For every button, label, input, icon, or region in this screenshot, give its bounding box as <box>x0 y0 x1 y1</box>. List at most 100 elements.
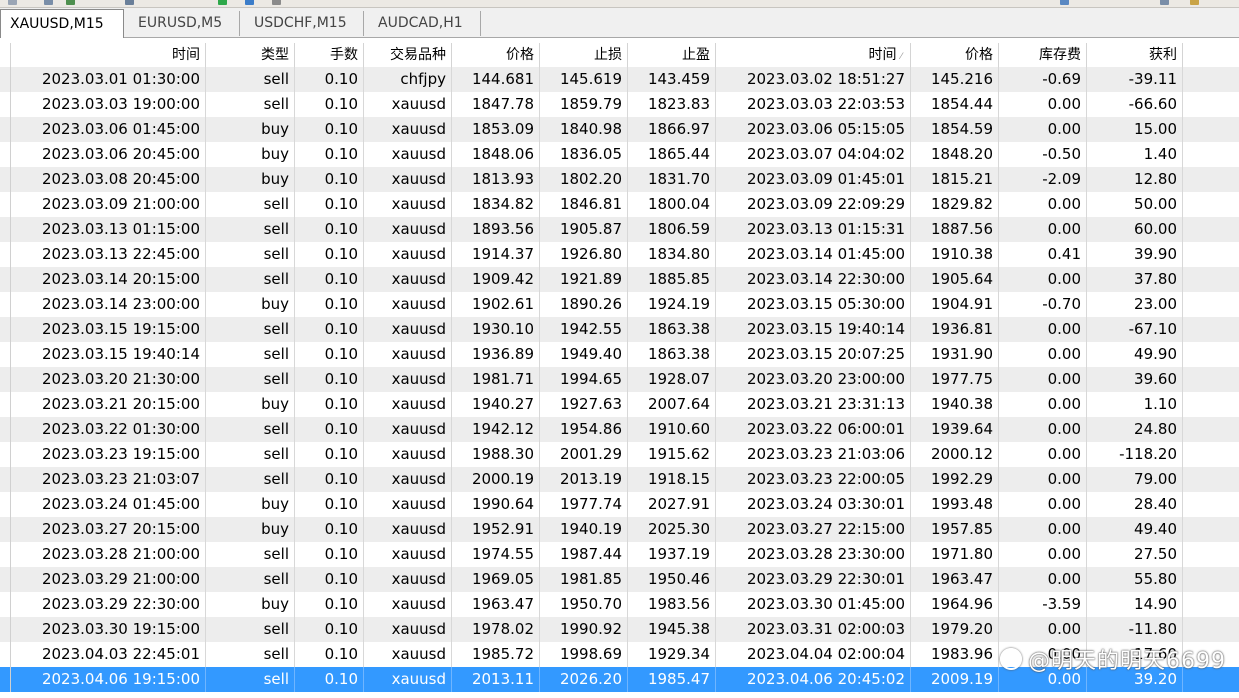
cell-sl: 1977.74 <box>540 492 628 517</box>
table-row[interactable]: 2023.03.15 19:40:14 sell 0.10 xauusd 1936.89… <box>0 342 1239 367</box>
cell-open-time: 2023.03.29 22:30:00 <box>11 592 206 617</box>
row-gutter <box>0 542 11 567</box>
table-row[interactable]: 2023.03.24 01:45:00 buy 0.10 xauusd 1990.64 1… <box>0 492 1239 517</box>
tab-xauusd-m15[interactable]: XAUUSD,M15 <box>0 9 124 38</box>
cell-close-time: 2023.03.07 04:04:02 <box>716 142 911 167</box>
table-row[interactable]: 2023.03.27 20:15:00 buy 0.10 xauusd 1952.91 1… <box>0 517 1239 542</box>
cell-profit: 39.90 <box>1087 242 1183 267</box>
table-row[interactable]: 2023.03.29 21:00:00 sell 0.10 xauusd 1969.05… <box>0 567 1239 592</box>
table-row[interactable]: 2023.03.03 19:00:00 sell 0.10 xauusd 1847.78… <box>0 92 1239 117</box>
table-row[interactable]: 2023.03.14 20:15:00 sell 0.10 xauusd 1909.42… <box>0 267 1239 292</box>
tab-eurusd-m5[interactable]: EURUSD,M5 <box>124 11 240 36</box>
tab-audcad-h1[interactable]: AUDCAD,H1 <box>364 11 481 36</box>
cell-close-time: 2023.03.28 23:30:00 <box>716 542 911 567</box>
cell-lots: 0.10 <box>295 367 364 392</box>
cell-symbol: xauusd <box>364 492 452 517</box>
history-table-header: 时间 类型 手数 交易品种 价格 止损 止盈 时间 ⁄ 价格 库存费 获利 <box>0 43 1239 68</box>
column-header-stop-loss[interactable]: 止损 <box>540 43 628 67</box>
cell-tp: 1950.46 <box>628 567 716 592</box>
toolbar-icon[interactable] <box>272 0 281 5</box>
cell-sl: 1890.26 <box>540 292 628 317</box>
cell-tp: 1924.19 <box>628 292 716 317</box>
cell-close-price: 2009.19 <box>911 667 999 692</box>
row-gutter <box>0 442 11 467</box>
cell-type: sell <box>206 267 295 292</box>
table-row[interactable]: 2023.03.23 21:03:07 sell 0.10 xauusd 2000.19… <box>0 467 1239 492</box>
table-row[interactable]: 2023.03.29 22:30:00 buy 0.10 xauusd 1963.47 1… <box>0 592 1239 617</box>
table-row[interactable]: 2023.03.30 19:15:00 sell 0.10 xauusd 1978.02… <box>0 617 1239 642</box>
table-row[interactable]: 2023.03.20 21:30:00 sell 0.10 xauusd 1981.71… <box>0 367 1239 392</box>
cell-sl: 1840.98 <box>540 117 628 142</box>
table-row[interactable]: 2023.03.21 20:15:00 buy 0.10 xauusd 1940.27 1… <box>0 392 1239 417</box>
column-header-close-price[interactable]: 价格 <box>911 43 999 67</box>
cell-profit: 17.60 <box>1087 642 1183 667</box>
toolbar-icon[interactable] <box>245 0 254 5</box>
cell-open-price: 1990.64 <box>452 492 540 517</box>
cell-profit: 60.00 <box>1087 217 1183 242</box>
table-row[interactable]: 2023.03.06 01:45:00 buy 0.10 xauusd 1853.09 1… <box>0 117 1239 142</box>
table-row[interactable]: 2023.04.03 22:45:01 sell 0.10 xauusd 1985.72… <box>0 642 1239 667</box>
cell-symbol: xauusd <box>364 317 452 342</box>
table-row[interactable]: 2023.03.01 01:30:00 sell 0.10 chfjpy 144.681… <box>0 67 1239 92</box>
header-left-gutter <box>0 43 11 67</box>
cell-close-price: 1977.75 <box>911 367 999 392</box>
column-header-symbol[interactable]: 交易品种 <box>364 43 452 67</box>
table-row[interactable]: 2023.03.14 23:00:00 buy 0.10 xauusd 1902.61 1… <box>0 292 1239 317</box>
toolbar-icon[interactable] <box>8 0 17 5</box>
cell-open-time: 2023.03.30 19:15:00 <box>11 617 206 642</box>
cell-symbol: chfjpy <box>364 67 452 92</box>
cell-lots: 0.10 <box>295 467 364 492</box>
column-header-take-profit[interactable]: 止盈 <box>628 43 716 67</box>
tab-usdchf-m15[interactable]: USDCHF,M15 <box>240 11 364 36</box>
chart-tab-bar: XAUUSD,M15 EURUSD,M5 USDCHF,M15 AUDCAD,H… <box>0 8 1239 38</box>
toolbar-icon[interactable] <box>1160 0 1169 5</box>
cell-open-time: 2023.03.13 01:15:00 <box>11 217 206 242</box>
cell-close-time: 2023.03.15 19:40:14 <box>716 317 911 342</box>
column-header-profit[interactable]: 获利 <box>1087 43 1183 67</box>
toolbar-icon[interactable] <box>1060 0 1069 5</box>
table-row[interactable]: 2023.03.09 21:00:00 sell 0.10 xauusd 1834.82… <box>0 192 1239 217</box>
cell-close-price: 1957.85 <box>911 517 999 542</box>
column-header-lots[interactable]: 手数 <box>295 43 364 67</box>
cell-open-time: 2023.03.09 21:00:00 <box>11 192 206 217</box>
cell-type: buy <box>206 392 295 417</box>
cell-swap: -0.70 <box>999 292 1087 317</box>
column-header-open-time[interactable]: 时间 <box>11 43 206 67</box>
table-row[interactable]: 2023.03.08 20:45:00 buy 0.10 xauusd 1813.93 1… <box>0 167 1239 192</box>
cell-symbol: xauusd <box>364 467 452 492</box>
cell-profit: 49.40 <box>1087 517 1183 542</box>
table-row[interactable]: 2023.03.15 19:15:00 sell 0.10 xauusd 1930.10… <box>0 317 1239 342</box>
toolbar-icon[interactable] <box>1190 0 1199 5</box>
cell-sl: 1905.87 <box>540 217 628 242</box>
cell-sl: 1926.80 <box>540 242 628 267</box>
table-row[interactable]: 2023.03.13 22:45:00 sell 0.10 xauusd 1914.37… <box>0 242 1239 267</box>
table-row[interactable]: 2023.03.06 20:45:00 buy 0.10 xauusd 1848.06 1… <box>0 142 1239 167</box>
cell-symbol: xauusd <box>364 517 452 542</box>
cell-swap: 0.00 <box>999 542 1087 567</box>
cell-open-price: 1940.27 <box>452 392 540 417</box>
column-header-close-time[interactable]: 时间 ⁄ <box>716 43 911 67</box>
column-header-open-price[interactable]: 价格 <box>452 43 540 67</box>
toolbar-icon[interactable] <box>125 0 134 5</box>
cell-sl: 1927.63 <box>540 392 628 417</box>
cell-close-time: 2023.03.20 23:00:00 <box>716 367 911 392</box>
toolbar-icon[interactable] <box>44 0 53 5</box>
column-header-type[interactable]: 类型 <box>206 43 295 67</box>
toolbar-icon[interactable] <box>218 0 227 5</box>
table-row[interactable]: 2023.03.22 01:30:00 sell 0.10 xauusd 1942.12… <box>0 417 1239 442</box>
cell-profit: -11.80 <box>1087 617 1183 642</box>
table-row[interactable]: 2023.04.06 19:15:00 sell 0.10 xauusd 2013.11… <box>0 667 1239 692</box>
toolbar-icon[interactable] <box>66 0 75 5</box>
cell-sl: 1940.19 <box>540 517 628 542</box>
cell-open-price: 1985.72 <box>452 642 540 667</box>
cell-profit: 39.20 <box>1087 667 1183 692</box>
cell-tp: 1831.70 <box>628 167 716 192</box>
table-row[interactable]: 2023.03.28 21:00:00 sell 0.10 xauusd 1974.55… <box>0 542 1239 567</box>
column-header-swap[interactable]: 库存费 <box>999 43 1087 67</box>
cell-type: sell <box>206 242 295 267</box>
cell-sl: 2001.29 <box>540 442 628 467</box>
table-row[interactable]: 2023.03.13 01:15:00 sell 0.10 xauusd 1893.56… <box>0 217 1239 242</box>
cell-type: sell <box>206 342 295 367</box>
cell-open-price: 144.681 <box>452 67 540 92</box>
table-row[interactable]: 2023.03.23 19:15:00 sell 0.10 xauusd 1988.30… <box>0 442 1239 467</box>
